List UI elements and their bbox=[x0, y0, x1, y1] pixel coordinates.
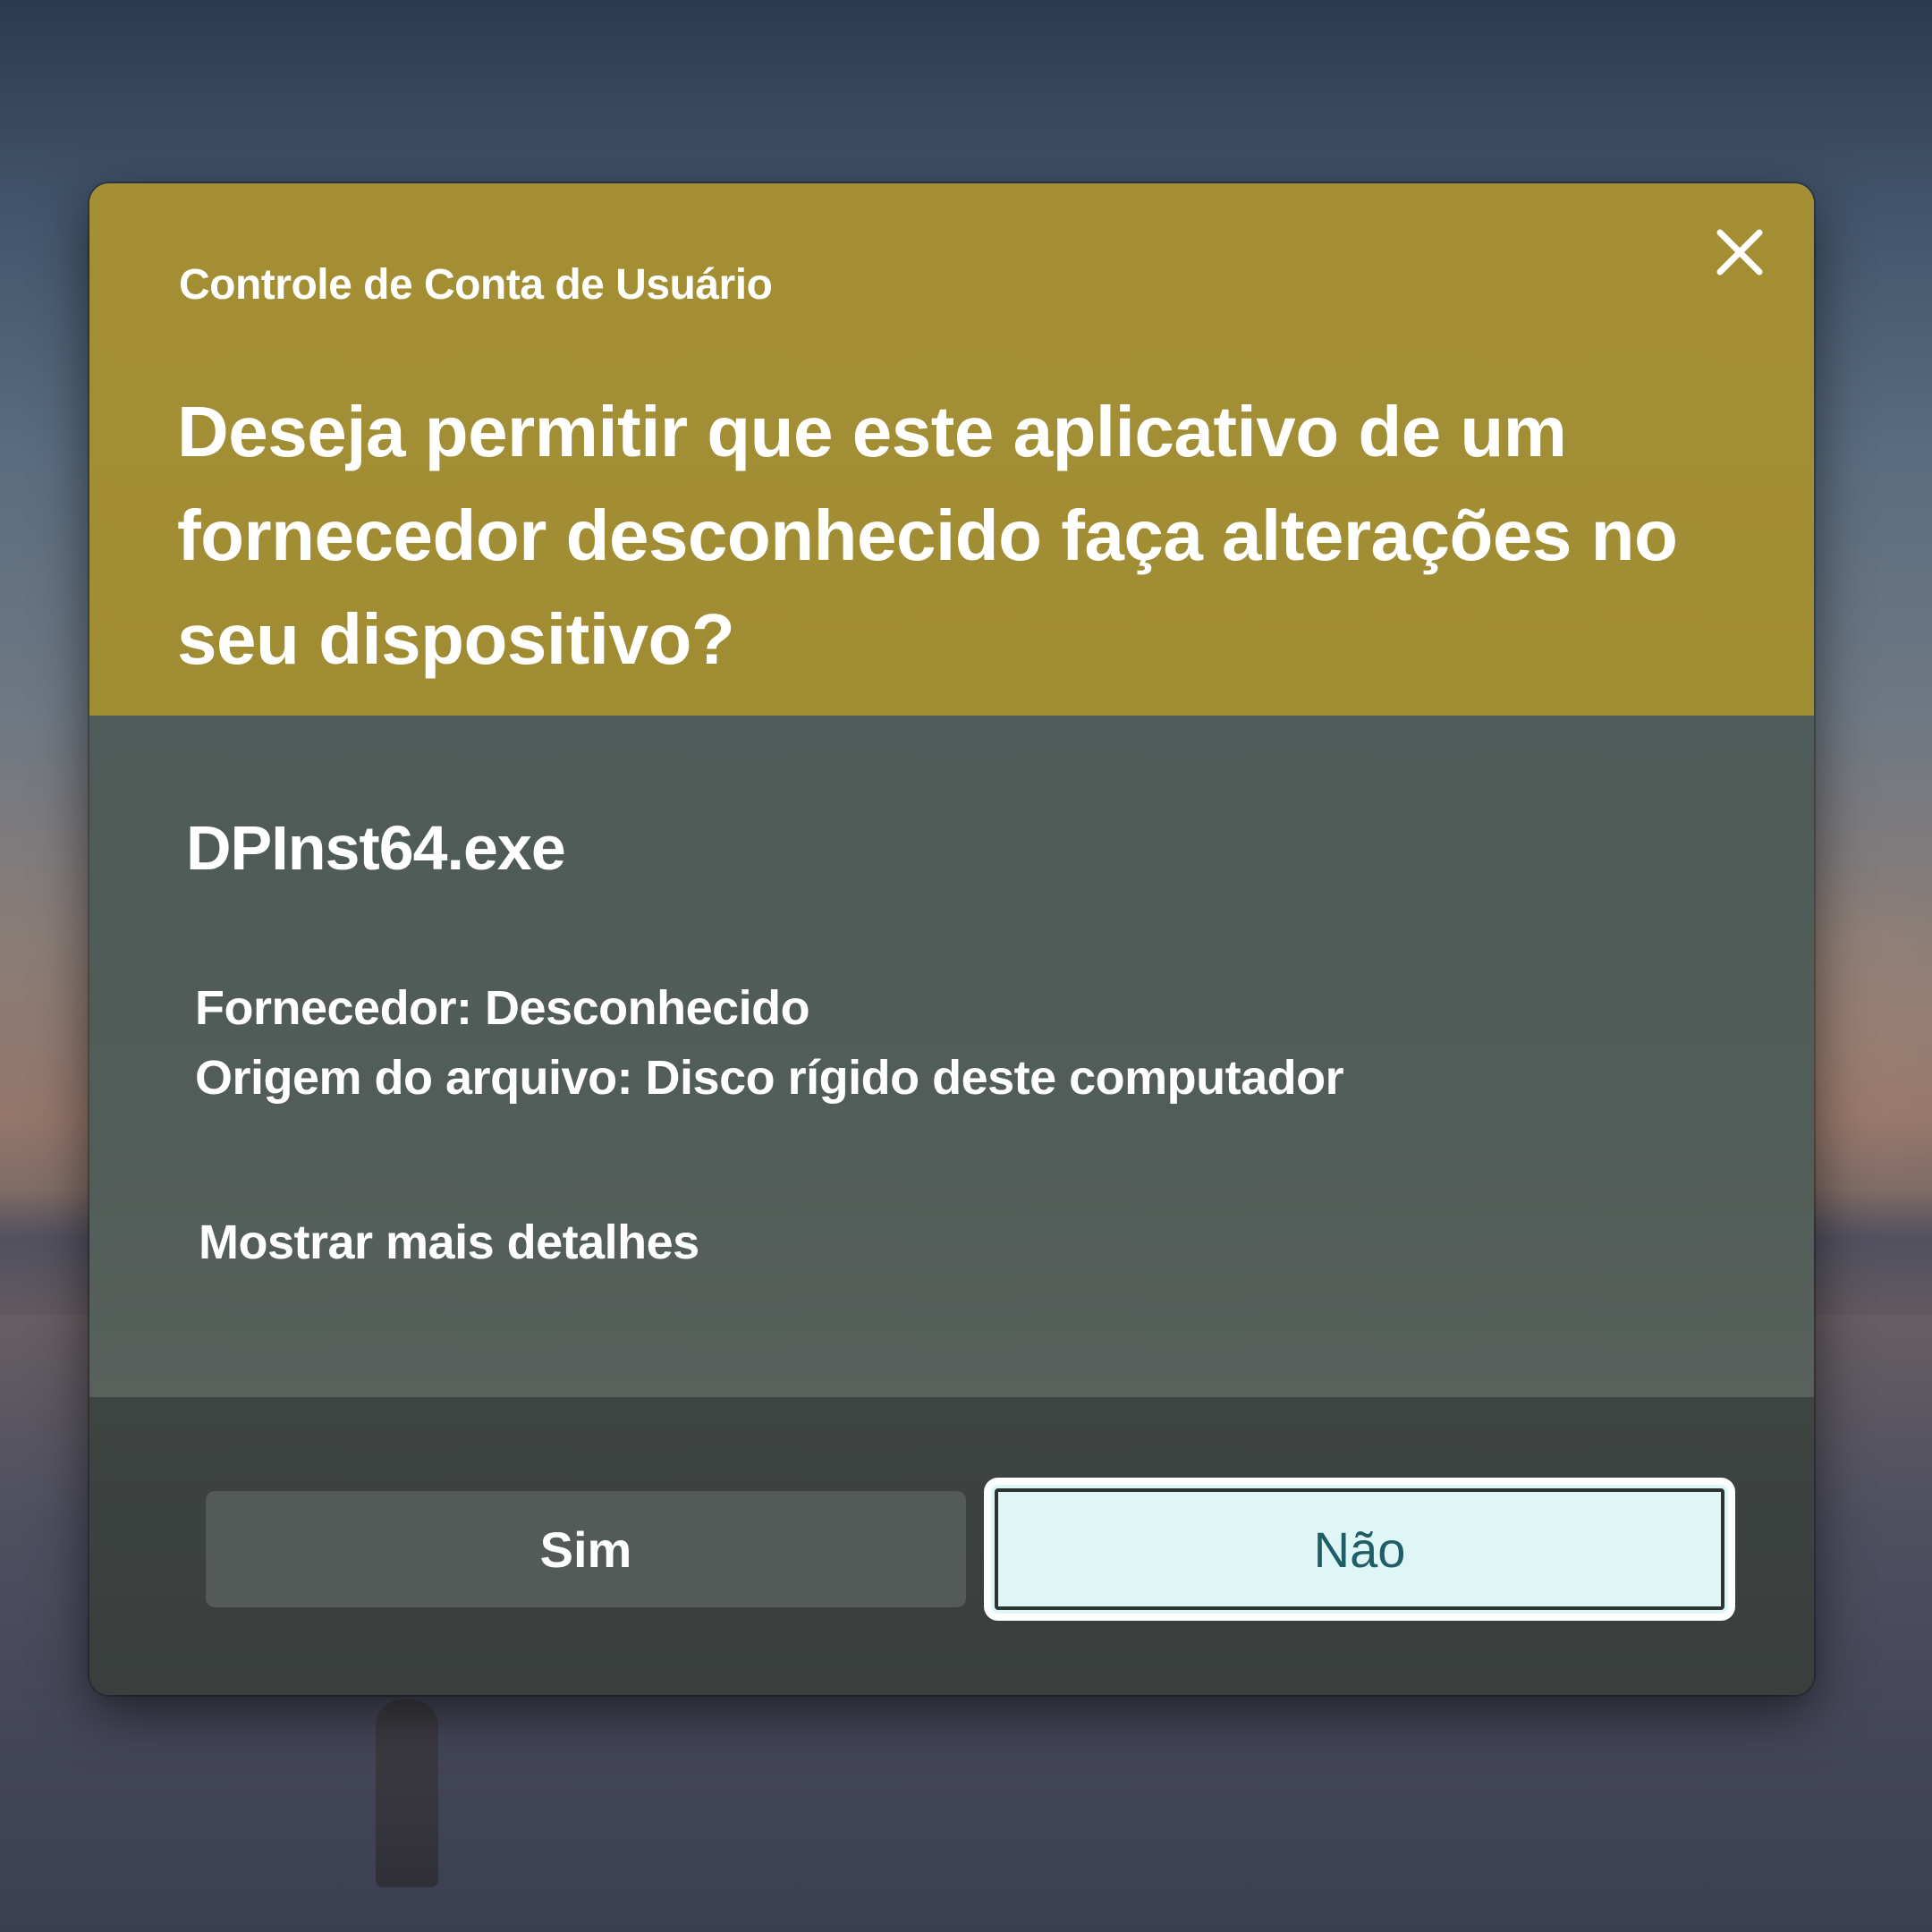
app-details: Fornecedor: Desconhecido Origem do arqui… bbox=[195, 973, 1344, 1113]
yes-button[interactable]: Sim bbox=[206, 1491, 966, 1607]
dialog-caption: Controle de Conta de Usuário bbox=[179, 261, 773, 309]
dialog-body: DPInst64.exe Fornecedor: Desconhecido Or… bbox=[89, 716, 1814, 1397]
publisher-text: Fornecedor: Desconhecido bbox=[195, 981, 810, 1035]
file-origin-text: Origem do arquivo: Disco rígido deste co… bbox=[195, 1051, 1344, 1105]
desktop-wallpaper-figure bbox=[376, 1699, 438, 1887]
app-name: DPInst64.exe bbox=[186, 813, 566, 883]
show-more-details-link[interactable]: Mostrar mais detalhes bbox=[199, 1215, 699, 1270]
dialog-footer: Sim Não bbox=[89, 1397, 1814, 1695]
uac-dialog: Controle de Conta de Usuário Deseja perm… bbox=[89, 183, 1814, 1695]
close-button[interactable] bbox=[1699, 214, 1780, 294]
dialog-header: Controle de Conta de Usuário Deseja perm… bbox=[89, 183, 1814, 716]
dialog-question: Deseja permitir que este aplicativo de u… bbox=[177, 392, 1678, 679]
close-icon bbox=[1715, 227, 1765, 281]
no-button[interactable]: Não bbox=[984, 1478, 1735, 1621]
